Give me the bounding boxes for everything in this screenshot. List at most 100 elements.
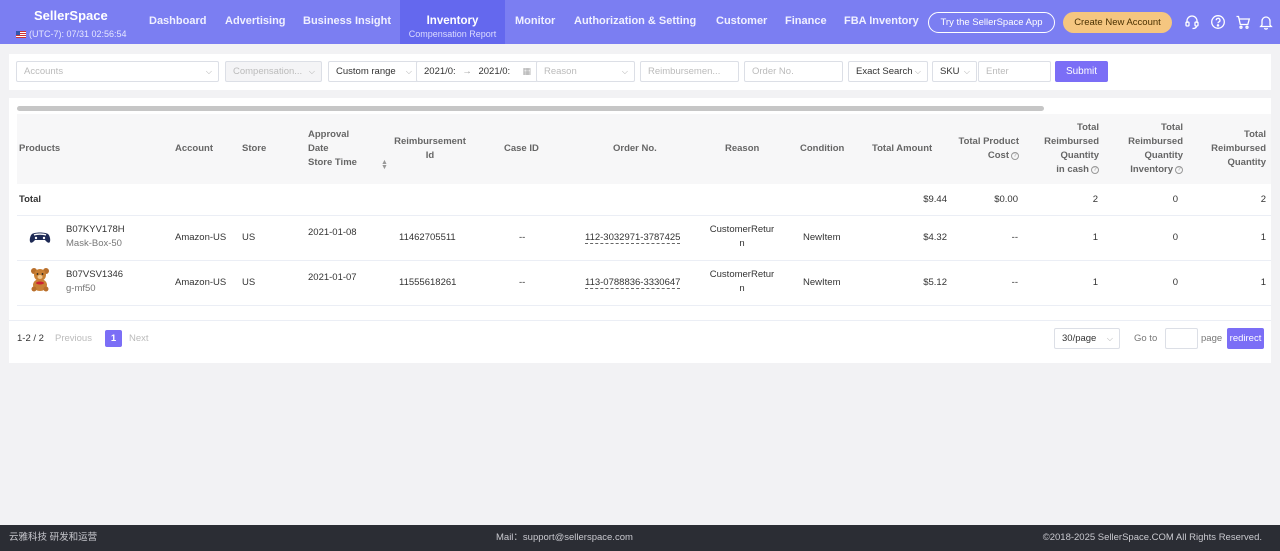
nav-inventory-label: Inventory (426, 15, 479, 27)
sort-icon[interactable]: ▲ ▼ (381, 159, 388, 171)
col-store[interactable]: Store (242, 142, 266, 156)
bell-icon[interactable] (1258, 14, 1274, 30)
footer-mail[interactable]: Mail：support@sellerspace.com (496, 525, 633, 551)
page-number-button[interactable]: 1 (105, 330, 122, 347)
info-icon[interactable]: ? (1175, 166, 1183, 174)
compensation-select[interactable]: Compensation... ⌵ (225, 61, 322, 82)
pagination: 1-2 / 2 Previous 1 Next 30/page ⌵ Go to … (9, 320, 1271, 363)
search-mode-select[interactable]: Exact Search ⌵ (848, 61, 928, 82)
redirect-button[interactable]: redirect (1227, 328, 1264, 349)
create-account-button[interactable]: Create New Account (1063, 12, 1172, 33)
gamepad-icon[interactable] (27, 225, 53, 251)
info-icon[interactable]: ? (1091, 166, 1099, 174)
footer: 云雅科技 研发和运营 Mail：support@sellerspace.com … (0, 525, 1280, 551)
submit-button[interactable]: Submit (1055, 61, 1108, 82)
cell-date: 2021-01-08 (308, 227, 357, 238)
cell-qty-total: 1 (1260, 232, 1266, 243)
col-products[interactable]: Products (19, 142, 60, 156)
cell-date: 2021-01-07 (308, 272, 357, 283)
reason-line2: n (739, 283, 745, 294)
nav-fba-inventory[interactable]: FBA Inventory (844, 0, 919, 44)
chevron-down-icon: ⌵ (205, 67, 212, 76)
chevron-down-icon: ⌵ (308, 67, 315, 76)
date-range-type-select[interactable]: Custom range ⌵ (328, 61, 419, 82)
col-tq-line1: Total (1244, 129, 1266, 140)
col-condition[interactable]: Condition (800, 142, 844, 156)
cell-order-no[interactable]: 113-0788836-3330647 (585, 276, 681, 290)
nav-inventory[interactable]: Inventory Compensation Report (400, 0, 505, 44)
nav-advertising[interactable]: Advertising (225, 0, 286, 44)
cell-qty-total: 1 (1260, 277, 1266, 288)
teddy-bear-icon[interactable] (27, 266, 53, 292)
cell-reimbursement-id: 11555618261 (399, 277, 457, 288)
order-number-link[interactable]: 113-0788836-3330647 (585, 277, 681, 289)
horizontal-scrollbar[interactable] (17, 106, 1044, 111)
goto-label: Go to (1134, 333, 1158, 344)
help-icon[interactable] (1210, 14, 1226, 30)
col-total-product-cost[interactable]: Total Product Cost? (943, 135, 1019, 163)
col-reimb-line2: Id (425, 150, 435, 161)
cell-case-id: -- (519, 277, 526, 288)
col-inv-line2: Reimbursed (1128, 136, 1183, 147)
reason-select[interactable]: Reason ⌵ (536, 61, 635, 82)
col-cash-line3: Quantity (1060, 150, 1099, 161)
cell-order-no[interactable]: 112-3032971-3787425 (585, 231, 681, 245)
search-field-select[interactable]: SKU ⌵ (932, 61, 977, 82)
info-icon[interactable]: ? (1011, 152, 1019, 160)
date-end: 2021/0: (478, 66, 511, 77)
page-label: page (1201, 333, 1223, 344)
col-qty-total[interactable]: Total Reimbursed Quantity (1187, 128, 1266, 170)
date-separator: → (462, 66, 472, 77)
product-asin[interactable]: B07VSV1346 (66, 268, 123, 282)
col-reimbursement-id[interactable]: Reimbursement Id (391, 135, 469, 163)
col-approval-line2: Date (308, 143, 329, 154)
cell-amount: $4.32 (923, 232, 947, 243)
pagination-summary: 1-2 / 2 (17, 332, 44, 346)
col-order-no[interactable]: Order No. (613, 142, 657, 156)
col-case-id[interactable]: Case ID (504, 142, 539, 156)
nav-dashboard[interactable]: Dashboard (149, 0, 206, 44)
cell-product-cost: -- (1011, 232, 1018, 243)
table-row[interactable]: B07VSV1346 g-mf50 Amazon-US US 2021-01-0… (17, 261, 1271, 306)
top-navigation: SellerSpace (UTC-7): 07/31 02:56:54 Dash… (0, 0, 1280, 44)
order-number-link[interactable]: 112-3032971-3787425 (585, 232, 681, 244)
reimbursement-id-input[interactable]: Reimbursemen... (640, 61, 739, 82)
col-qty-inventory[interactable]: Total Reimbursed Quantity Inventory? (1103, 121, 1183, 177)
col-reason[interactable]: Reason (725, 142, 759, 156)
cart-icon[interactable] (1235, 14, 1251, 30)
nav-finance[interactable]: Finance (785, 0, 827, 44)
cell-product-cost: -- (1011, 277, 1018, 288)
nav-authorization-setting[interactable]: Authorization & Setting (574, 0, 696, 44)
accounts-select[interactable]: Accounts ⌵ (16, 61, 219, 82)
cell-qty-cash: 1 (1092, 232, 1098, 243)
next-button[interactable]: Next (129, 332, 149, 346)
col-account[interactable]: Account (175, 142, 213, 156)
col-approval-date[interactable]: Approval Date Store Time (308, 128, 357, 170)
total-qty-inventory: 0 (1172, 194, 1178, 205)
page-size-select[interactable]: 30/page ⌵ (1054, 328, 1120, 349)
table-row[interactable]: B07KYV178H Mask-Box-50 Amazon-US US 2021… (17, 216, 1271, 261)
nav-business-insight[interactable]: Business Insight (303, 0, 391, 44)
col-total-amount[interactable]: Total Amount (872, 142, 932, 156)
order-number-input[interactable]: Order No. (744, 61, 843, 82)
col-tq-line2: Reimbursed (1211, 143, 1266, 154)
date-range-picker[interactable]: 2021/0: → 2021/0: ▦ (416, 61, 538, 82)
total-qty: 2 (1260, 194, 1266, 205)
col-qty-cash[interactable]: Total Reimbursed Quantity in cash? (1023, 121, 1099, 177)
nav-customer[interactable]: Customer (716, 0, 767, 44)
previous-button[interactable]: Previous (55, 332, 92, 346)
timezone-clock: (UTC-7): 07/31 02:56:54 (16, 29, 127, 39)
cell-qty-inventory: 0 (1172, 232, 1178, 243)
goto-page-input[interactable] (1165, 328, 1198, 349)
cell-reason: CustomerRetur n (706, 223, 778, 251)
support-icon[interactable] (1184, 14, 1200, 30)
nav-inventory-sublabel: Compensation Report (408, 29, 497, 39)
cell-reason: CustomerRetur n (706, 268, 778, 296)
nav-monitor[interactable]: Monitor (515, 0, 555, 44)
product-asin[interactable]: B07KYV178H (66, 223, 125, 237)
search-field-value: SKU (940, 66, 960, 77)
search-value-input[interactable]: Enter (978, 61, 1051, 82)
try-app-button[interactable]: Try the SellerSpace App (928, 12, 1055, 33)
compensation-table-panel: Products Account Store Approval Date Sto… (9, 98, 1271, 363)
app-logo[interactable]: SellerSpace (34, 8, 108, 23)
